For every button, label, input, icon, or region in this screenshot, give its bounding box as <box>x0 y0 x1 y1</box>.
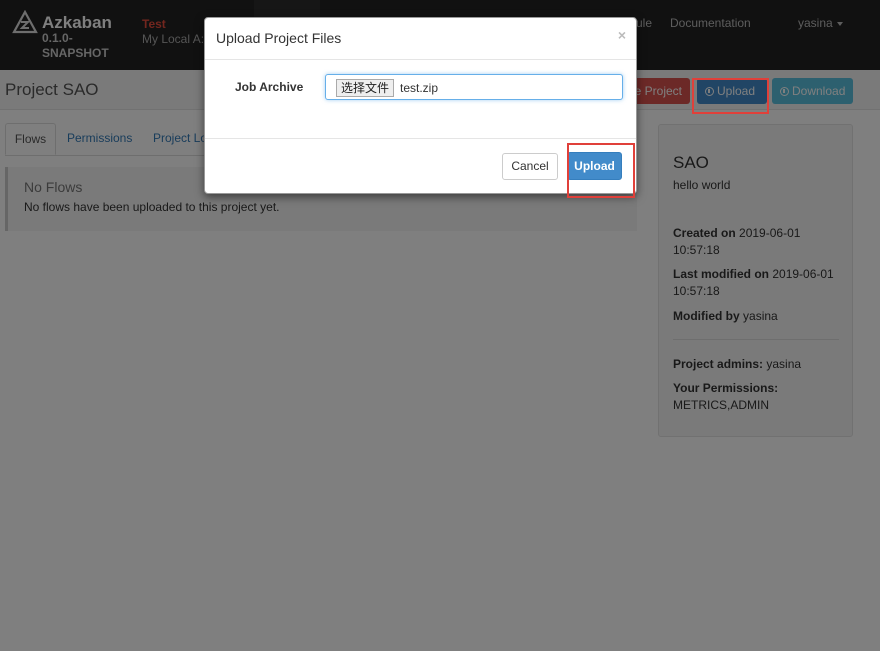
modal-title: Upload Project Files <box>216 30 342 46</box>
cancel-button[interactable]: Cancel <box>502 153 558 180</box>
highlight-box-modal-upload <box>567 143 635 198</box>
job-archive-file-input[interactable]: 选择文件 test.zip <box>325 74 623 100</box>
highlight-box-upload <box>692 78 769 114</box>
modal-footer-divider <box>205 138 636 139</box>
choose-file-button[interactable]: 选择文件 <box>336 79 395 97</box>
close-icon[interactable]: × <box>618 27 626 43</box>
modal-header: Upload Project Files × <box>205 18 636 60</box>
selected-file-name: test.zip <box>400 81 439 95</box>
job-archive-label: Job Archive <box>235 80 304 94</box>
